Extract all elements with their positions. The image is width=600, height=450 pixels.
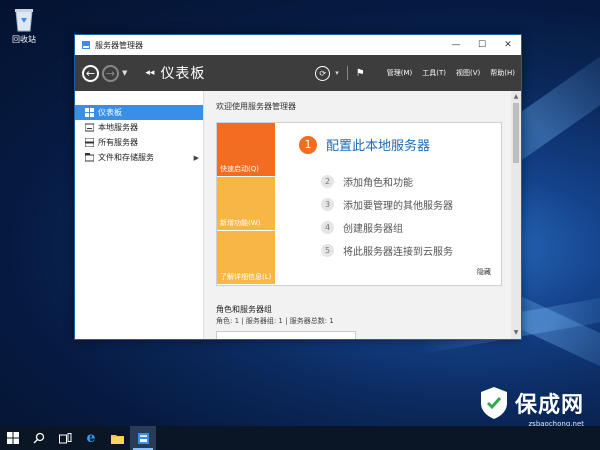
task-view-icon[interactable] <box>52 426 78 450</box>
history-dropdown-icon[interactable]: ▼ <box>122 69 127 77</box>
site-watermark: 保成网 zsbaochong.net <box>479 386 584 428</box>
step-label: 创建服务器组 <box>343 224 403 235</box>
server-manager-app-icon <box>82 41 90 49</box>
step-number-badge: 2 <box>321 175 334 188</box>
notifications-flag-icon[interactable]: ⚑ <box>356 68 365 79</box>
menu-help[interactable]: 帮助(H) <box>490 68 515 78</box>
arrow-left-icon: ← <box>85 66 96 80</box>
sidebar-item-label: 所有服务器 <box>98 138 138 147</box>
breadcrumb-arrows-icon: ◂◂ <box>145 68 155 78</box>
step-add-servers[interactable]: 3 添加要管理的其他服务器 <box>321 197 453 212</box>
recycle-bin-icon <box>13 6 35 32</box>
maximize-button[interactable]: ☐ <box>469 35 495 55</box>
scroll-down-icon[interactable]: ▼ <box>511 329 521 337</box>
search-icon[interactable] <box>26 426 52 450</box>
dashboard-main: 欢迎使用服务器管理器 快速启动(Q) 新增功能(W) 了解详细信息(L) 1 配… <box>204 91 521 339</box>
roles-section-title: 角色和服务器组 <box>216 305 272 314</box>
tile-whats-new[interactable]: 新增功能(W) <box>217 177 275 230</box>
chevron-right-icon: ▶ <box>193 153 199 162</box>
step-number-badge: 3 <box>321 198 334 211</box>
minimize-button[interactable]: — <box>443 35 469 55</box>
back-button[interactable]: ← <box>82 64 99 82</box>
internet-explorer-icon[interactable]: e <box>78 426 104 450</box>
step-label: 配置此本地服务器 <box>326 139 431 154</box>
step-label: 将此服务器连接到云服务 <box>343 247 453 258</box>
step-create-server-group[interactable]: 4 创建服务器组 <box>321 220 403 235</box>
roles-summary: 角色: 1 | 服务器组: 1 | 服务器总数: 1 <box>216 317 334 325</box>
sidebar: 仪表板 本地服务器 所有服务器 文件和存储服务 ▶ <box>75 91 204 339</box>
sidebar-item-dashboard[interactable]: 仪表板 <box>75 105 203 120</box>
server-icon <box>85 123 94 132</box>
dashboard-grid-icon <box>85 108 94 117</box>
hide-link[interactable]: 隐藏 <box>477 267 491 277</box>
watermark-brand: 保成网 <box>514 393 584 418</box>
sidebar-item-label: 文件和存储服务 <box>98 153 154 162</box>
window-titlebar[interactable]: 服务器管理器 — ☐ ✕ <box>75 35 521 55</box>
scrollbar-thumb[interactable] <box>513 103 519 163</box>
recycle-bin-desktop-icon[interactable]: 回收站 <box>6 6 42 45</box>
step-number-badge: 4 <box>321 221 334 234</box>
scroll-up-icon[interactable]: ▲ <box>511 93 521 101</box>
sidebar-item-local-server[interactable]: 本地服务器 <box>75 120 203 135</box>
servers-icon <box>85 138 94 147</box>
taskbar: e <box>0 426 600 450</box>
file-explorer-icon[interactable] <box>104 426 130 450</box>
recycle-bin-label: 回收站 <box>12 35 36 44</box>
role-tile[interactable] <box>216 331 356 339</box>
close-button[interactable]: ✕ <box>495 35 521 55</box>
window-body: 仪表板 本地服务器 所有服务器 文件和存储服务 ▶ 欢迎使用服务器管理器 快速启… <box>75 91 521 339</box>
window-title: 服务器管理器 <box>95 40 143 50</box>
tile-quick-start[interactable]: 快速启动(Q) <box>217 123 275 176</box>
header-toolbar: ⟳ ▾ ⚑ 管理(M) 工具(T) 视图(V) 帮助(H) <box>315 55 515 91</box>
sidebar-item-label: 仪表板 <box>98 108 122 117</box>
step-connect-cloud[interactable]: 5 将此服务器连接到云服务 <box>321 243 453 258</box>
sidebar-item-all-servers[interactable]: 所有服务器 <box>75 135 203 150</box>
menu-manage[interactable]: 管理(M) <box>387 68 413 78</box>
toolbar-divider <box>346 66 348 80</box>
step-add-roles[interactable]: 2 添加角色和功能 <box>321 174 413 189</box>
server-manager-window: 服务器管理器 — ☐ ✕ ← → ▼ ◂◂ 仪表板 ⟳ ▾ ⚑ 管理(M) 工具… <box>74 34 522 340</box>
menu-view[interactable]: 视图(V) <box>456 68 480 78</box>
step-number-badge: 5 <box>321 244 334 257</box>
welcome-heading: 欢迎使用服务器管理器 <box>216 102 296 111</box>
tile-label: 新增功能(W) <box>220 219 261 227</box>
tile-label: 了解详细信息(L) <box>220 273 272 281</box>
sidebar-item-label: 本地服务器 <box>98 123 138 132</box>
forward-button[interactable]: → <box>102 64 119 82</box>
vertical-scrollbar[interactable]: ▲ ▼ <box>511 91 521 339</box>
server-manager-icon[interactable] <box>130 426 156 450</box>
refresh-dropdown-icon[interactable]: ▾ <box>335 69 339 77</box>
step-label: 添加角色和功能 <box>343 178 413 189</box>
page-title: 仪表板 <box>160 66 206 82</box>
arrow-right-icon: → <box>105 66 116 80</box>
sidebar-item-file-storage[interactable]: 文件和存储服务 ▶ <box>75 150 203 165</box>
app-header: ← → ▼ ◂◂ 仪表板 ⟳ ▾ ⚑ 管理(M) 工具(T) 视图(V) 帮助(… <box>75 55 521 91</box>
storage-icon <box>85 153 94 162</box>
windows-start-icon[interactable] <box>0 426 26 450</box>
step-number-badge: 1 <box>299 135 317 154</box>
tile-label: 快速启动(Q) <box>220 165 259 173</box>
step-configure-local-server[interactable]: 1 配置此本地服务器 <box>299 135 430 154</box>
step-label: 添加要管理的其他服务器 <box>343 201 453 212</box>
menu-tools[interactable]: 工具(T) <box>422 68 446 78</box>
quick-start-panel: 快速启动(Q) 新增功能(W) 了解详细信息(L) 1 配置此本地服务器 2 添… <box>216 122 502 286</box>
shield-logo-icon <box>480 387 507 419</box>
refresh-icon[interactable]: ⟳ <box>315 65 331 81</box>
tile-learn-more[interactable]: 了解详细信息(L) <box>217 231 275 284</box>
